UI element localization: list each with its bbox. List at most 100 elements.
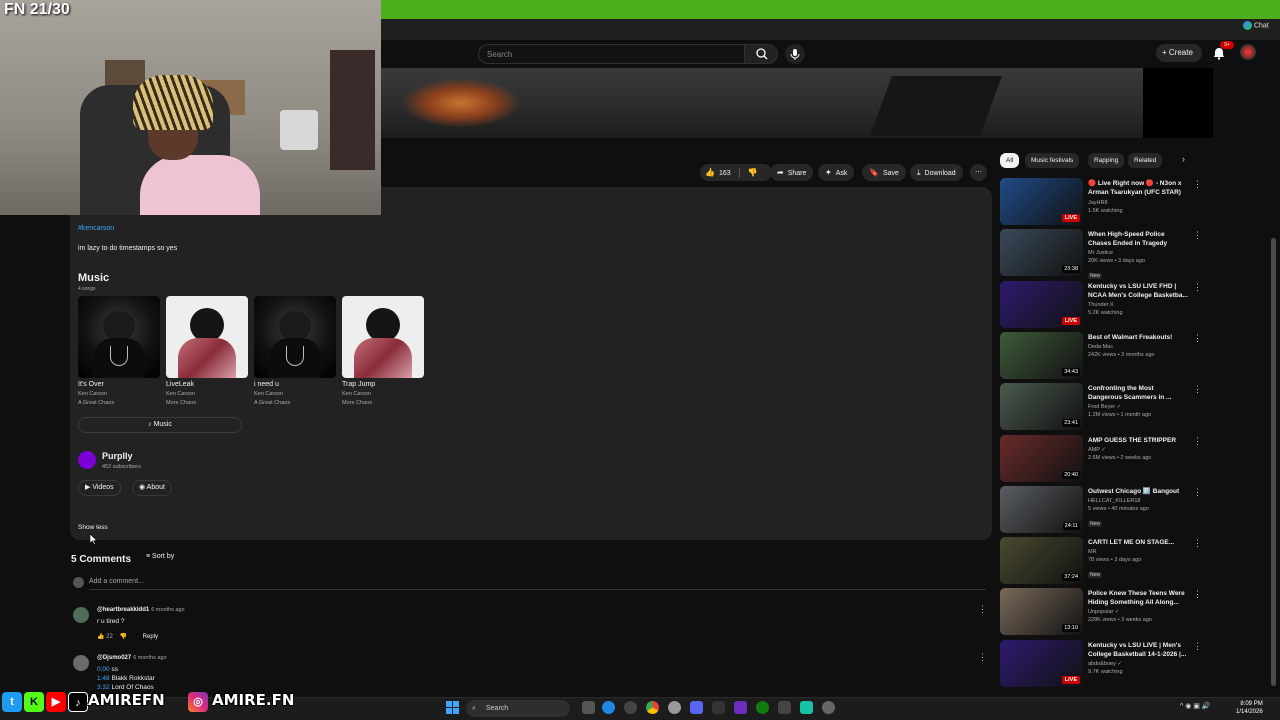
recommendation-channel[interactable]: Deda Mac: [1088, 344, 1188, 350]
recommendation-channel[interactable]: AMP ✓: [1088, 447, 1188, 453]
more-options-icon[interactable]: ⋮: [1193, 538, 1202, 549]
recommendation-info[interactable]: When High-Speed Police Chases Ended in T…: [1088, 230, 1188, 282]
more-options-icon[interactable]: ⋮: [1193, 436, 1202, 447]
taskbar-search[interactable]: ⌕ Search: [466, 700, 570, 717]
create-button[interactable]: + Create: [1156, 44, 1202, 62]
recommendation-info[interactable]: AMP GUESS THE STRIPPER AMP ✓ 2.6M views • …: [1088, 436, 1188, 461]
recommendation-title[interactable]: Kentucky vs LSU LIVE FHD | NCAA Men's Co…: [1088, 282, 1188, 300]
recommendation-title[interactable]: Best of Walmart Freakouts!: [1088, 333, 1188, 342]
more-options-icon[interactable]: ⋮: [1193, 179, 1202, 190]
ask-button[interactable]: ✦ Ask: [818, 164, 855, 181]
music-button[interactable]: ♪ Music: [78, 417, 242, 433]
channel-videos-button[interactable]: ▶ Videos: [78, 480, 121, 496]
recommendation-thumbnail[interactable]: LIVE: [1000, 280, 1083, 328]
recommendation-info[interactable]: Confronting the Most Dangerous Scammers …: [1088, 384, 1188, 418]
recommendation-channel[interactable]: Mr Justice: [1088, 250, 1188, 256]
more-options-icon[interactable]: ⋮: [1193, 641, 1202, 652]
album-art[interactable]: [78, 296, 160, 378]
show-less-button[interactable]: Show less: [78, 524, 108, 531]
album-track-title[interactable]: LiveLeak: [166, 381, 194, 388]
recommendation-thumbnail[interactable]: 23:38: [1000, 229, 1083, 277]
recommendation-channel[interactable]: JayHR8: [1088, 200, 1188, 206]
recommendation-thumbnail[interactable]: LIVE: [1000, 178, 1083, 225]
recommendation-title[interactable]: When High-Speed Police Chases Ended in T…: [1088, 230, 1188, 248]
windows-start-icon[interactable]: [446, 701, 459, 714]
thumbs-down-icon[interactable]: 👎: [748, 168, 758, 177]
add-comment-input[interactable]: Add a comment...: [89, 578, 144, 585]
xbox-icon[interactable]: [756, 701, 769, 714]
video-player[interactable]: [381, 68, 1143, 138]
recommendation-thumbnail[interactable]: 24:11: [1000, 485, 1083, 533]
recommendation-title[interactable]: 🔴 Live Right now 🔴 - N3on x Arman Tsaruk…: [1088, 179, 1188, 198]
channel-about-button[interactable]: ◉ About: [132, 480, 172, 496]
album-track-title[interactable]: Trap Jump: [342, 381, 375, 388]
recommendation-thumbnail[interactable]: 20:40: [1000, 434, 1083, 482]
comment-more-icon[interactable]: ⋮: [978, 652, 987, 663]
taskbar-clock[interactable]: 8:09 PM 1/14/2026: [1236, 700, 1263, 716]
chevron-right-icon[interactable]: ›: [1182, 154, 1185, 164]
album-track-title[interactable]: i need u: [254, 381, 279, 388]
app-icon[interactable]: [712, 701, 725, 714]
recommendation-title[interactable]: CARTI LET ME ON STAGE...: [1088, 538, 1188, 547]
recommendation-thumbnail[interactable]: 23:41: [1000, 383, 1083, 431]
timestamp-link[interactable]: 0:00: [97, 666, 110, 673]
recommendation-title[interactable]: Confronting the Most Dangerous Scammers …: [1088, 384, 1188, 402]
edge-icon[interactable]: [602, 701, 615, 714]
recommendation-channel[interactable]: HELLCAT_KILLER18: [1088, 498, 1188, 504]
hashtag-link[interactable]: #kencarson: [78, 225, 114, 232]
more-options-icon[interactable]: ⋮: [1193, 282, 1202, 293]
channel-name[interactable]: Purplly: [102, 451, 133, 461]
channel-avatar[interactable]: [78, 451, 96, 469]
more-options-icon[interactable]: ⋮: [1193, 333, 1202, 344]
account-avatar[interactable]: [1240, 44, 1256, 60]
app-icon[interactable]: [624, 701, 637, 714]
album-track-title[interactable]: It's Over: [78, 381, 104, 388]
timestamp-link[interactable]: 1:48: [97, 675, 110, 682]
recommendation-thumbnail[interactable]: LIVE: [1000, 639, 1083, 687]
recommendation-channel[interactable]: MR: [1088, 549, 1188, 555]
recommendation-channel[interactable]: Thunder X: [1088, 302, 1188, 308]
task-view-icon[interactable]: [582, 701, 595, 714]
comment-author[interactable]: @heartbreakkidd1 6 months ago: [97, 607, 185, 613]
album-art[interactable]: [254, 296, 336, 378]
recommendation-thumbnail[interactable]: 13:10: [1000, 588, 1083, 636]
recommendation-info[interactable]: Kentucky vs LSU LIVE | Men's College Bas…: [1088, 641, 1188, 675]
voice-search-button[interactable]: [785, 44, 805, 64]
comment-author[interactable]: @Djsmo027 6 months ago: [97, 655, 167, 661]
chip-music-festivals[interactable]: Music festivals: [1025, 153, 1080, 168]
system-tray[interactable]: ^ ◉ ▣ 🔊: [1180, 702, 1211, 710]
like-count[interactable]: 163: [719, 170, 731, 177]
recommendation-title[interactable]: Outwest Chicago 🅿️ Bangout: [1088, 487, 1188, 496]
thumbs-up-icon[interactable]: 👍: [705, 168, 715, 177]
comment-avatar[interactable]: [73, 607, 89, 623]
comment-more-icon[interactable]: ⋮: [978, 604, 987, 615]
recommendation-info[interactable]: CARTI LET ME ON STAGE... MR 78 views • 3 d…: [1088, 538, 1188, 581]
recommendation-channel[interactable]: Fred Beyer ✓: [1088, 404, 1188, 410]
more-options-icon[interactable]: ⋮: [1193, 384, 1202, 395]
recommendation-thumbnail[interactable]: 37:24: [1000, 537, 1083, 585]
search-button[interactable]: [744, 44, 778, 64]
recommendation-channel[interactable]: Unpopular ✓: [1088, 609, 1188, 615]
more-options-icon[interactable]: ⋮: [1193, 230, 1202, 241]
recommendation-info[interactable]: Police Knew These Teens Were Hiding Some…: [1088, 589, 1188, 623]
recommendation-channel[interactable]: abdo&boey ✓: [1088, 661, 1188, 667]
recommendation-info[interactable]: Kentucky vs LSU LIVE FHD | NCAA Men's Co…: [1088, 282, 1188, 316]
sort-comments-button[interactable]: ≡ Sort by: [146, 553, 174, 560]
save-button[interactable]: 🔖 Save: [862, 164, 906, 181]
page-scrollbar[interactable]: [1271, 238, 1276, 686]
discord-icon[interactable]: [690, 701, 703, 714]
chip-rapping[interactable]: Rapping: [1088, 153, 1125, 168]
thumbs-down-icon[interactable]: 👎: [120, 634, 127, 640]
search-input[interactable]: Search: [478, 44, 744, 64]
comment-avatar[interactable]: [73, 655, 89, 671]
more-options-icon[interactable]: ⋮: [1193, 589, 1202, 600]
more-options-icon[interactable]: ⋮: [1193, 487, 1202, 498]
thumbs-up-icon[interactable]: 👍: [97, 634, 104, 640]
album-art[interactable]: [166, 296, 248, 378]
recommendation-thumbnail[interactable]: 34:43: [1000, 331, 1083, 379]
app-icon[interactable]: [668, 701, 681, 714]
recommendation-info[interactable]: Best of Walmart Freakouts! Deda Mac 242K v…: [1088, 333, 1188, 358]
chip-all[interactable]: All: [1000, 153, 1020, 168]
app-icon[interactable]: [778, 701, 791, 714]
recommendation-title[interactable]: Police Knew These Teens Were Hiding Some…: [1088, 589, 1188, 607]
